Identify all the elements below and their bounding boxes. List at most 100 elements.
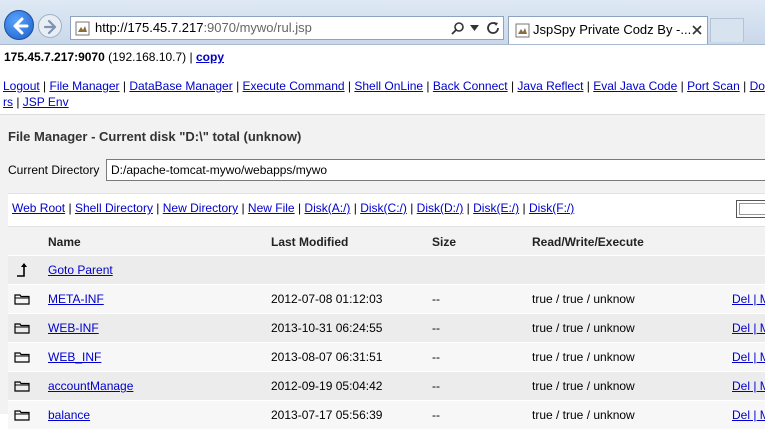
menu-separator: | xyxy=(152,201,163,215)
close-icon[interactable] xyxy=(692,25,702,35)
quick-link-new-directory[interactable]: New Directory xyxy=(163,201,238,215)
refresh-icon[interactable] xyxy=(485,20,501,36)
address-bar[interactable]: http://175.45.7.217:9070/mywo/rul.jsp xyxy=(70,16,504,40)
menu-separator: | xyxy=(119,79,130,93)
file-permissions: true / true / unknow xyxy=(532,292,635,306)
main-menu: Logout | File Manager | DataBase Manager… xyxy=(3,78,765,110)
new-tab-button[interactable] xyxy=(710,18,744,42)
copy-link[interactable]: copy xyxy=(196,50,224,64)
address-url[interactable]: http://175.45.7.217:9070/mywo/rul.jsp xyxy=(95,20,312,35)
file-permissions: true / true / unknow xyxy=(532,408,635,422)
file-size: -- xyxy=(432,321,440,335)
upload-widget[interactable] xyxy=(736,200,765,218)
menu-link-shell-online[interactable]: Shell OnLine xyxy=(354,79,423,93)
menu-link-jsp-env[interactable]: JSP Env xyxy=(23,95,69,109)
quick-link-disk-c[interactable]: Disk(C:/) xyxy=(360,201,407,215)
file-actions[interactable]: Del | M xyxy=(732,285,765,313)
menu-link-logout[interactable]: Logout xyxy=(3,79,40,93)
file-name-link[interactable]: accountManage xyxy=(48,372,133,400)
tab-title: JspSpy Private Codz By -... xyxy=(533,22,692,37)
quick-link-new-file[interactable]: New File xyxy=(248,201,295,215)
parent-directory-icon xyxy=(17,263,27,277)
table-row: META-INF 2012-07-08 01:12:03 -- true / true… xyxy=(8,285,765,314)
file-permissions: true / true / unknow xyxy=(532,379,635,393)
folder-icon xyxy=(14,294,30,305)
file-modified: 2012-09-19 05:04:42 xyxy=(271,379,383,393)
file-actions[interactable]: Del | M xyxy=(732,372,765,400)
tab-favicon-icon xyxy=(515,23,530,38)
folder-icon xyxy=(14,410,30,421)
back-arrow-icon xyxy=(13,17,29,35)
quick-link-disk-f[interactable]: Disk(F:/) xyxy=(529,201,574,215)
search-icon[interactable] xyxy=(451,21,465,35)
menu-separator: | xyxy=(677,79,688,93)
quick-link-web-root[interactable]: Web Root xyxy=(12,201,65,215)
page-favicon-icon xyxy=(75,21,90,36)
menu-link-database-manager[interactable]: DataBase Manager xyxy=(129,79,232,93)
menu-separator: | xyxy=(350,201,361,215)
menu-separator: | xyxy=(39,79,50,93)
menu-separator: | xyxy=(232,79,243,93)
menu-link-rs[interactable]: rs xyxy=(3,95,13,109)
forward-arrow-icon xyxy=(43,19,57,35)
file-name-link[interactable]: WEB-INF xyxy=(48,314,99,342)
menu-link-java-reflect[interactable]: Java Reflect xyxy=(517,79,583,93)
quick-link-shell-directory[interactable]: Shell Directory xyxy=(75,201,153,215)
host-separator: | xyxy=(189,50,193,64)
file-modified: 2013-08-07 06:31:51 xyxy=(271,350,383,364)
file-modified: 2013-10-31 06:24:55 xyxy=(271,321,383,335)
menu-separator: | xyxy=(13,95,23,109)
column-header-name: Name xyxy=(48,235,81,249)
table-row: WEB_INF 2013-08-07 06:31:51 -- true / true … xyxy=(8,343,765,372)
file-name-link[interactable]: WEB_INF xyxy=(48,343,101,371)
menu-separator: | xyxy=(463,201,474,215)
current-directory-input[interactable]: D:/apache-tomcat-mywo/webapps/mywo xyxy=(106,159,765,181)
address-path: :9070/mywo/rul.jsp xyxy=(203,20,312,35)
menu-separator: | xyxy=(406,201,417,215)
quick-link-disk-a[interactable]: Disk(A:/) xyxy=(304,201,350,215)
file-name-link[interactable]: META-INF xyxy=(48,285,104,313)
menu-link-port-scan[interactable]: Port Scan xyxy=(687,79,740,93)
menu-link-execute-command[interactable]: Execute Command xyxy=(243,79,345,93)
file-rows: META-INF 2012-07-08 01:12:03 -- true / true… xyxy=(8,285,765,430)
goto-parent-link[interactable]: Goto Parent xyxy=(48,256,113,284)
chevron-down-icon[interactable] xyxy=(470,25,479,31)
back-button[interactable] xyxy=(4,10,34,40)
menu-link-eval-java-code[interactable]: Eval Java Code xyxy=(593,79,677,93)
file-permissions: true / true / unknow xyxy=(532,350,635,364)
menu-link-back-connect[interactable]: Back Connect xyxy=(433,79,508,93)
file-actions[interactable]: Del | M xyxy=(732,314,765,342)
quick-links-bar: Web Root | Shell Directory | New Directo… xyxy=(8,193,765,227)
table-header: Name Last Modified Size Read/Write/Execu… xyxy=(8,229,765,256)
column-header-modified: Last Modified xyxy=(271,235,349,249)
menu-separator: | xyxy=(344,79,355,93)
main-menu-row-2: rs | JSP Env xyxy=(3,94,765,110)
file-size: -- xyxy=(432,379,440,393)
quick-link-disk-e[interactable]: Disk(E:/) xyxy=(473,201,519,215)
file-actions[interactable]: Del | M xyxy=(732,401,765,429)
table-row: WEB-INF 2013-10-31 06:24:55 -- true / true … xyxy=(8,314,765,343)
forward-button[interactable] xyxy=(38,14,62,38)
file-size: -- xyxy=(432,408,440,422)
current-directory-label: Current Directory xyxy=(8,163,100,177)
file-actions[interactable]: Del | M xyxy=(732,343,765,371)
menu-separator: | xyxy=(739,79,750,93)
file-name-link[interactable]: balance xyxy=(48,401,90,429)
host-local-ip: (192.168.10.7) xyxy=(108,50,187,64)
browser-tab[interactable]: JspSpy Private Codz By -... xyxy=(508,16,708,44)
goto-parent-row: Goto Parent xyxy=(8,256,765,285)
menu-link-do[interactable]: Do xyxy=(750,79,765,93)
folder-icon xyxy=(14,352,30,363)
table-row: accountManage 2012-09-19 05:04:42 -- true /… xyxy=(8,372,765,401)
folder-icon xyxy=(14,381,30,392)
quick-links: Web Root | Shell Directory | New Directo… xyxy=(12,201,574,215)
menu-separator: | xyxy=(583,79,594,93)
menu-separator: | xyxy=(507,79,518,93)
menu-separator: | xyxy=(65,201,75,215)
browser-toolbar: http://175.45.7.217:9070/mywo/rul.jsp Js… xyxy=(0,0,765,45)
quick-link-disk-d[interactable]: Disk(D:/) xyxy=(417,201,464,215)
file-modified: 2013-07-17 05:56:39 xyxy=(271,408,383,422)
menu-link-file-manager[interactable]: File Manager xyxy=(50,79,120,93)
menu-separator: | xyxy=(294,201,305,215)
file-permissions: true / true / unknow xyxy=(532,321,635,335)
